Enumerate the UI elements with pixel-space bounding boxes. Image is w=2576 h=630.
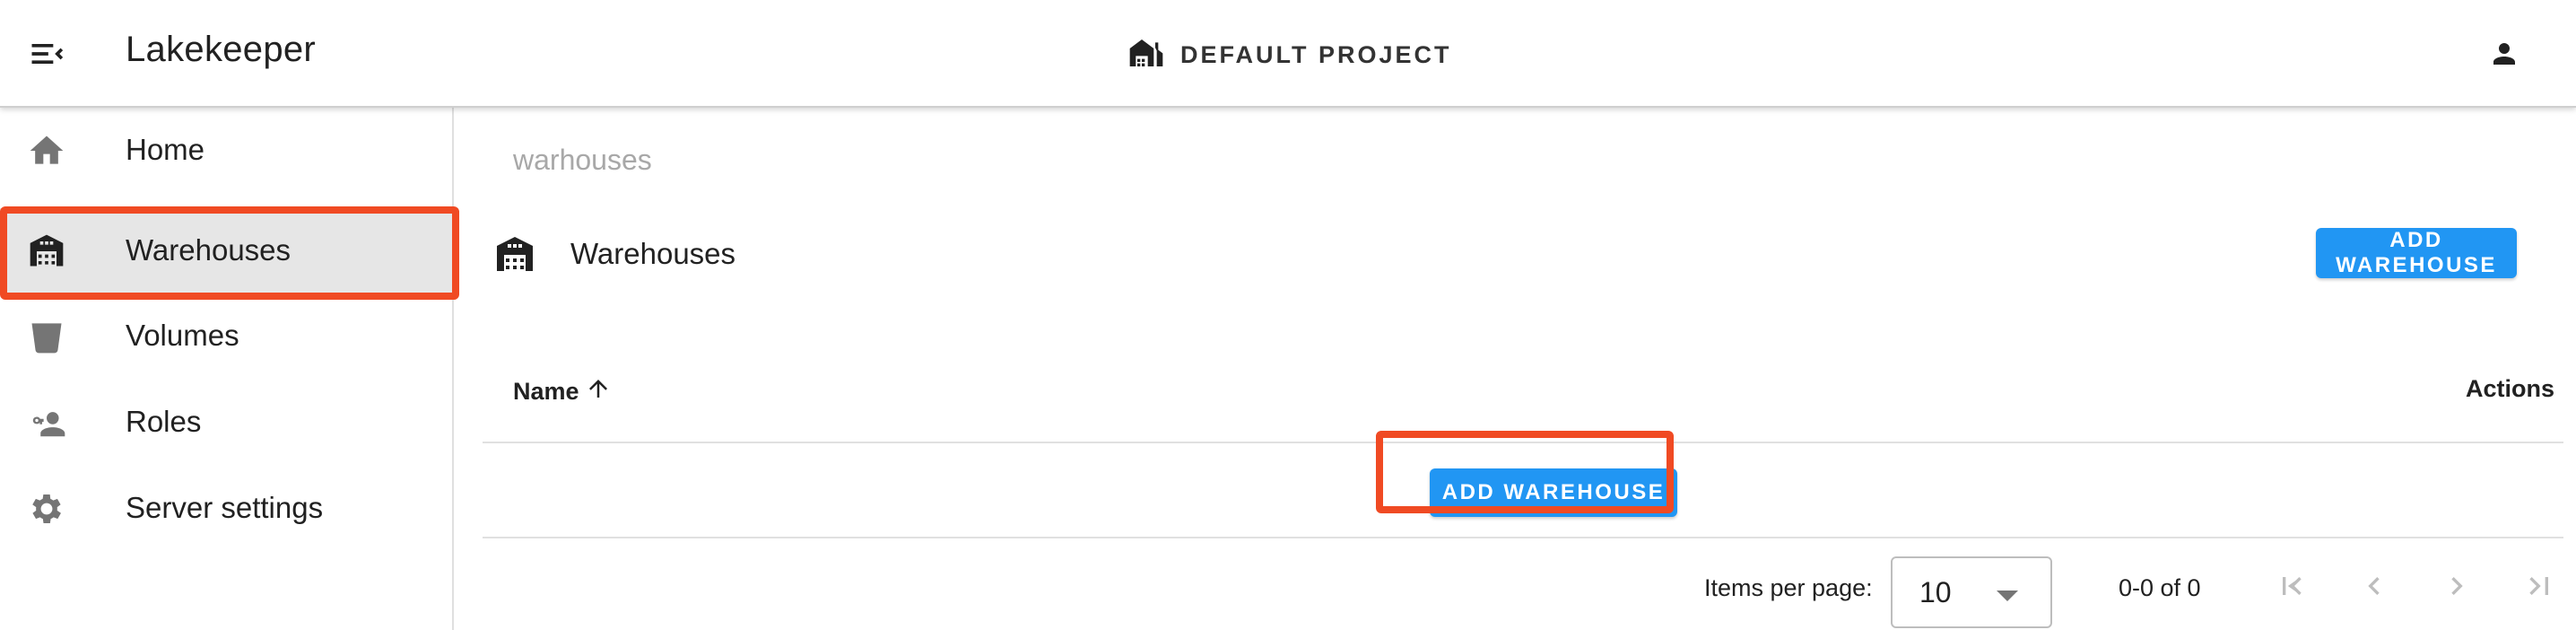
app-title: Lakekeeper: [126, 30, 317, 69]
table-header: Name Actions: [483, 339, 2563, 443]
table-empty-row: ADD WAREHOUSE: [483, 445, 2563, 538]
app-bar: Lakekeeper DEFAULT PROJECT: [0, 0, 2576, 108]
add-warehouse-empty-button[interactable]: ADD WAREHOUSE: [1430, 468, 1677, 517]
account-icon[interactable]: [2477, 27, 2531, 81]
sidebar-item-label: Server settings: [126, 491, 324, 524]
breadcrumb: warhouses: [513, 144, 652, 176]
sidebar-item-label: Roles: [126, 405, 202, 438]
column-header-name[interactable]: Name: [513, 375, 612, 408]
sidebar-item-roles[interactable]: Roles: [0, 380, 454, 464]
items-per-page-value: 10: [1919, 576, 1952, 608]
sidebar-item-label: Home: [126, 133, 205, 166]
sidebar-item-server-settings[interactable]: Server settings: [0, 466, 454, 550]
gear-icon: [27, 489, 66, 529]
warehouse-home-icon: [1128, 35, 1164, 75]
sidebar-item-warehouses[interactable]: Warehouses: [0, 208, 454, 293]
sidebar-item-home[interactable]: Home: [0, 108, 454, 192]
home-icon: [27, 131, 66, 171]
sidebar-item-label: Warehouses: [126, 233, 292, 267]
items-per-page-select[interactable]: 10: [1891, 556, 2052, 628]
add-warehouse-button[interactable]: ADD WAREHOUSE: [2316, 228, 2517, 278]
sidebar: Home Warehouses Volumes Roles Server set…: [0, 108, 454, 630]
warehouse-icon: [27, 232, 66, 271]
menu-collapse-icon[interactable]: [20, 27, 74, 81]
first-page-icon[interactable]: [2269, 564, 2314, 608]
chevron-left-icon[interactable]: [2352, 564, 2397, 608]
items-per-page-label: Items per page:: [1704, 574, 1873, 601]
account-key-icon: [27, 403, 66, 442]
column-header-actions: Actions: [2465, 375, 2554, 402]
sidebar-item-label: Volumes: [126, 319, 239, 352]
pagination: Items per page: 10 0-0 of 0: [483, 540, 2563, 630]
sidebar-item-volumes[interactable]: Volumes: [0, 293, 454, 378]
page-title: Warehouses: [570, 237, 736, 270]
pagination-range: 0-0 of 0: [2119, 574, 2201, 601]
main-content: warhouses Warehouses ADD WAREHOUSE Name …: [456, 108, 2576, 630]
project-selector[interactable]: DEFAULT PROJECT: [1128, 32, 1452, 77]
bucket-icon: [27, 317, 66, 356]
caret-down-icon: [1997, 591, 2018, 601]
column-header-name-label: Name: [513, 378, 579, 405]
chevron-right-icon[interactable]: [2434, 564, 2479, 608]
project-label: DEFAULT PROJECT: [1180, 40, 1452, 68]
arrow-up-icon: [585, 375, 612, 408]
last-page-icon[interactable]: [2517, 564, 2562, 608]
warehouse-icon: [493, 233, 536, 276]
